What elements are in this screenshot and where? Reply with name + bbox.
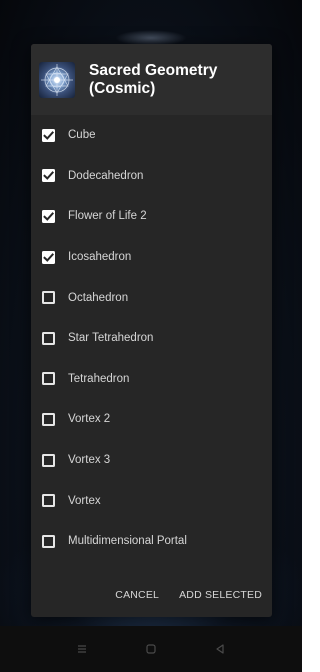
- checkbox-checked[interactable]: [42, 128, 55, 142]
- list-item[interactable]: Vortex 3: [31, 440, 272, 481]
- list-item[interactable]: Tetrahedron: [31, 359, 272, 400]
- back-icon[interactable]: [214, 643, 226, 655]
- list-item[interactable]: Octahedron: [31, 277, 272, 318]
- list-item[interactable]: Multidimensional Portal: [31, 521, 272, 562]
- list-item-label: Icosahedron: [68, 251, 132, 264]
- cancel-button[interactable]: CANCEL: [110, 583, 164, 607]
- list-item[interactable]: Star Tetrahedron: [31, 318, 272, 359]
- list-item-label: Dodecahedron: [68, 169, 144, 182]
- multi-select-dialog: Sacred Geometry (Cosmic) Cube Dodecahedro…: [31, 44, 272, 617]
- dialog-actions: CANCEL ADD SELECTED: [31, 577, 272, 613]
- list-item[interactable]: Icosahedron: [31, 237, 272, 278]
- menu-icon[interactable]: [76, 643, 88, 655]
- checkbox-checked[interactable]: [42, 169, 55, 183]
- sacred-geometry-icon: [39, 61, 75, 98]
- system-navigation-bar: [0, 626, 302, 672]
- list-item[interactable]: Vortex 2: [31, 399, 272, 440]
- checkbox-unchecked[interactable]: [42, 372, 55, 386]
- dialog-header: Sacred Geometry (Cosmic): [31, 44, 272, 115]
- dialog-title: Sacred Geometry (Cosmic): [89, 61, 218, 97]
- checkbox-unchecked[interactable]: [42, 291, 55, 305]
- list-item-label: Vortex 2: [68, 413, 111, 426]
- list-item-label: Cube: [68, 129, 96, 142]
- list-item[interactable]: Vortex: [31, 480, 272, 521]
- selection-list: Cube Dodecahedron Flower of Life 2 Icosahed…: [31, 115, 272, 562]
- checkbox-unchecked[interactable]: [42, 494, 55, 508]
- list-item-label: Tetrahedron: [68, 372, 130, 385]
- list-item-label: Star Tetrahedron: [68, 332, 154, 345]
- checkbox-unchecked[interactable]: [42, 412, 55, 426]
- list-item-label: Vortex: [68, 494, 101, 507]
- list-item-label: Multidimensional Portal: [68, 535, 187, 548]
- list-item[interactable]: Dodecahedron: [31, 156, 272, 197]
- list-item-label: Flower of Life 2: [68, 210, 147, 223]
- list-item[interactable]: Flower of Life 2: [31, 196, 272, 237]
- home-icon[interactable]: [145, 643, 157, 655]
- checkbox-unchecked[interactable]: [42, 453, 55, 467]
- list-item[interactable]: Cube: [31, 115, 272, 156]
- list-item-label: Vortex 3: [68, 454, 111, 467]
- add-selected-button[interactable]: ADD SELECTED: [174, 583, 267, 607]
- checkbox-unchecked[interactable]: [42, 534, 55, 548]
- list-item-label: Octahedron: [68, 291, 129, 304]
- checkbox-unchecked[interactable]: [42, 331, 55, 345]
- checkbox-checked[interactable]: [42, 209, 55, 223]
- screen: Sacred Geometry (Cosmic) Cube Dodecahedro…: [0, 0, 302, 672]
- checkbox-checked[interactable]: [42, 250, 55, 264]
